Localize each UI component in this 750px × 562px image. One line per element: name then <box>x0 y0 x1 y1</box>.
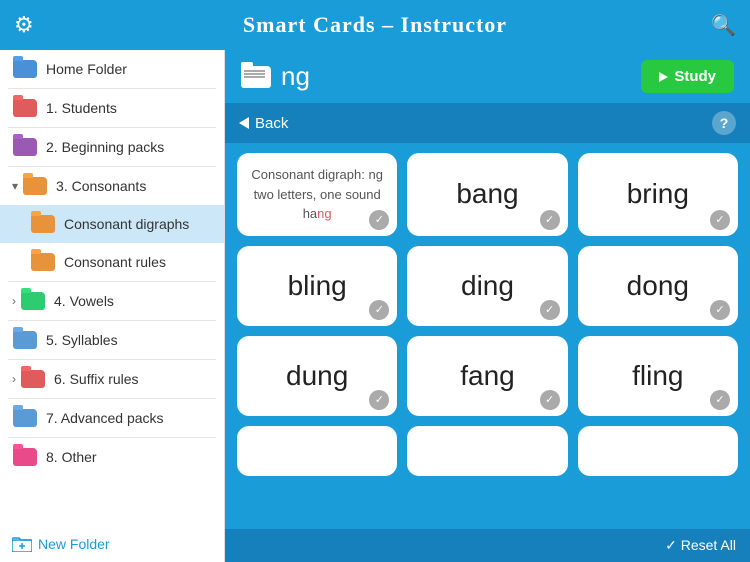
study-button[interactable]: Study <box>641 60 734 93</box>
new-folder-icon <box>12 536 32 552</box>
check-badge-7: ✓ <box>540 390 560 410</box>
card-word: ding <box>461 270 514 302</box>
chevron-down-icon: ▾ <box>12 179 18 193</box>
bottom-bar: ✓ Reset All <box>225 529 750 562</box>
check-badge-2: ✓ <box>710 210 730 230</box>
card-dung[interactable]: dung ✓ <box>237 336 397 416</box>
check-badge-3: ✓ <box>369 300 389 320</box>
card-def-text: Consonant digraph: ngtwo letters, one so… <box>251 165 383 224</box>
back-bar: Back ? <box>225 103 750 143</box>
sidebar-item-beginning-packs[interactable]: 2. Beginning packs <box>0 128 224 166</box>
sidebar: Home Folder 1. Students 2. Beginning pac… <box>0 50 225 562</box>
check-badge-4: ✓ <box>540 300 560 320</box>
check-badge-1: ✓ <box>540 210 560 230</box>
check-badge-8: ✓ <box>710 390 730 410</box>
sidebar-item-other[interactable]: 8. Other <box>0 438 224 476</box>
chevron-right-icon: › <box>12 294 16 308</box>
card-word: dong <box>627 270 689 302</box>
reset-all-label: ✓ Reset All <box>665 537 736 554</box>
content-header: ng Study <box>225 50 750 103</box>
card-word: fling <box>632 360 683 392</box>
reset-all-button[interactable]: ✓ Reset All <box>665 537 736 554</box>
cards-grid: Consonant digraph: ngtwo letters, one so… <box>237 153 738 476</box>
sidebar-item-consonant-rules[interactable]: Consonant rules <box>0 243 224 281</box>
check-badge-0: ✓ <box>369 210 389 230</box>
card-fling[interactable]: fling ✓ <box>578 336 738 416</box>
card-partial-2[interactable] <box>407 426 567 476</box>
card-partial-1[interactable] <box>237 426 397 476</box>
card-fang[interactable]: fang ✓ <box>407 336 567 416</box>
card-word: bring <box>627 178 689 210</box>
content-area: ng Study Back ? Consonant digraph: ngtwo… <box>225 50 750 562</box>
card-bling[interactable]: bling ✓ <box>237 246 397 326</box>
card-bang[interactable]: bang ✓ <box>407 153 567 236</box>
sidebar-item-consonants[interactable]: ▾ 3. Consonants <box>0 167 224 205</box>
cards-area: Consonant digraph: ngtwo letters, one so… <box>225 143 750 529</box>
sidebar-item-syllables[interactable]: 5. Syllables <box>0 321 224 359</box>
new-folder-button[interactable]: New Folder <box>0 526 224 562</box>
search-icon[interactable]: 🔍 <box>711 13 736 38</box>
back-arrow-icon <box>239 117 249 129</box>
sidebar-item-advanced-packs[interactable]: 7. Advanced packs <box>0 399 224 437</box>
card-bring[interactable]: bring ✓ <box>578 153 738 236</box>
help-button[interactable]: ? <box>712 111 736 135</box>
app-title: Smart Cards – Instructor <box>243 12 507 38</box>
card-word: fang <box>460 360 515 392</box>
content-title: ng <box>281 61 631 92</box>
card-ding[interactable]: ding ✓ <box>407 246 567 326</box>
sidebar-item-home-folder[interactable]: Home Folder <box>0 50 224 88</box>
sidebar-item-vowels[interactable]: › 4. Vowels <box>0 282 224 320</box>
back-button[interactable]: Back <box>239 115 288 132</box>
sidebar-item-suffix-rules[interactable]: › 6. Suffix rules <box>0 360 224 398</box>
new-folder-label: New Folder <box>38 536 110 552</box>
card-word: bling <box>288 270 347 302</box>
check-badge-5: ✓ <box>710 300 730 320</box>
sidebar-item-consonant-digraphs[interactable]: Consonant digraphs <box>0 205 224 243</box>
app-header: ⚙ Smart Cards – Instructor 🔍 <box>0 0 750 50</box>
main-layout: Home Folder 1. Students 2. Beginning pac… <box>0 50 750 562</box>
card-word: bang <box>456 178 518 210</box>
card-partial-3[interactable] <box>578 426 738 476</box>
card-word: dung <box>286 360 348 392</box>
chevron-right-icon-2: › <box>12 372 16 386</box>
gear-icon[interactable]: ⚙ <box>14 12 34 38</box>
folder-icon-large <box>241 66 271 88</box>
card-definition[interactable]: Consonant digraph: ngtwo letters, one so… <box>237 153 397 236</box>
sidebar-item-students[interactable]: 1. Students <box>0 89 224 127</box>
play-icon <box>659 72 668 82</box>
back-label: Back <box>255 115 288 132</box>
check-badge-6: ✓ <box>369 390 389 410</box>
card-dong[interactable]: dong ✓ <box>578 246 738 326</box>
